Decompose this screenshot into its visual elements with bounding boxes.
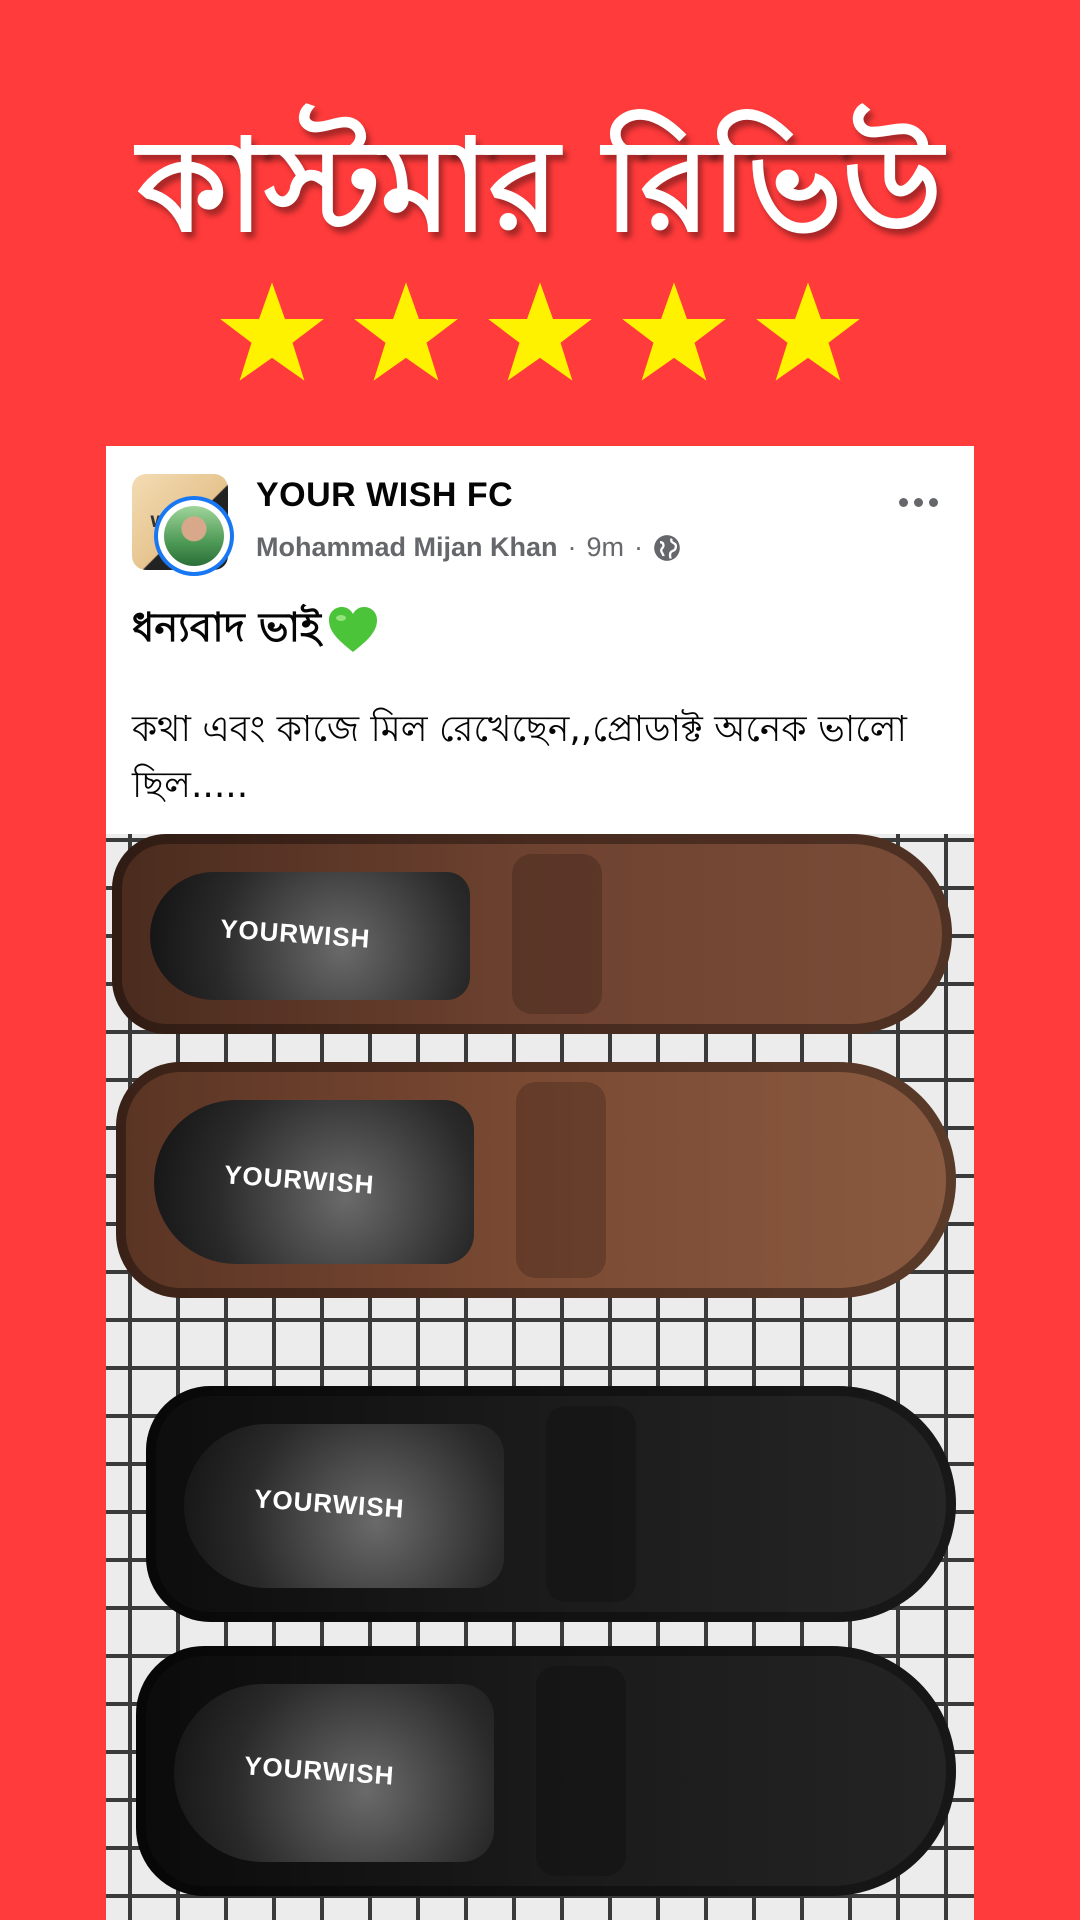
shoe-brown-2: YOURWISH [116,1062,956,1298]
author-photo [164,506,224,566]
page-name[interactable]: YOUR WISH FC [256,476,513,515]
shoe-brown-1: YOURWISH [112,834,952,1034]
author-avatar[interactable] [158,500,230,572]
facebook-post-card: WE YOUR WISH FC Mohammad Mijan Khan · 9m… [106,446,974,1920]
more-options-icon[interactable] [888,484,948,520]
banner-headline: কাস্টমার রিভিউ [137,112,943,261]
post-title: ধন্যবাদ ভাই [132,596,379,663]
green-heart-icon [328,606,377,652]
post-time[interactable]: 9m [587,532,625,563]
rating-stars [0,278,1080,386]
author-name[interactable]: Mohammad Mijan Khan [256,532,558,563]
post-photo[interactable]: YOURWISH YOURWISH YOURWISH YOURWISH [106,834,974,1920]
meta-separator: · [567,532,577,562]
shoe-black-1: YOURWISH [146,1386,956,1622]
star-icon [756,282,860,381]
globe-icon [654,534,680,561]
post-body-text: কথা এবং কাজে মিল রেখেছেন,,প্রোডাক্ট অনেক… [132,709,907,806]
shoe-black-2: YOURWISH [136,1646,956,1896]
post-header: WE YOUR WISH FC Mohammad Mijan Khan · 9m… [132,474,948,574]
post-title-text: ধন্যবাদ ভাই [132,605,321,651]
star-icon [220,282,324,381]
post-meta: Mohammad Mijan Khan · 9m · [256,532,681,563]
meta-separator: · [634,532,644,562]
star-icon [354,282,458,381]
star-icon [488,282,592,381]
star-icon [622,282,726,381]
